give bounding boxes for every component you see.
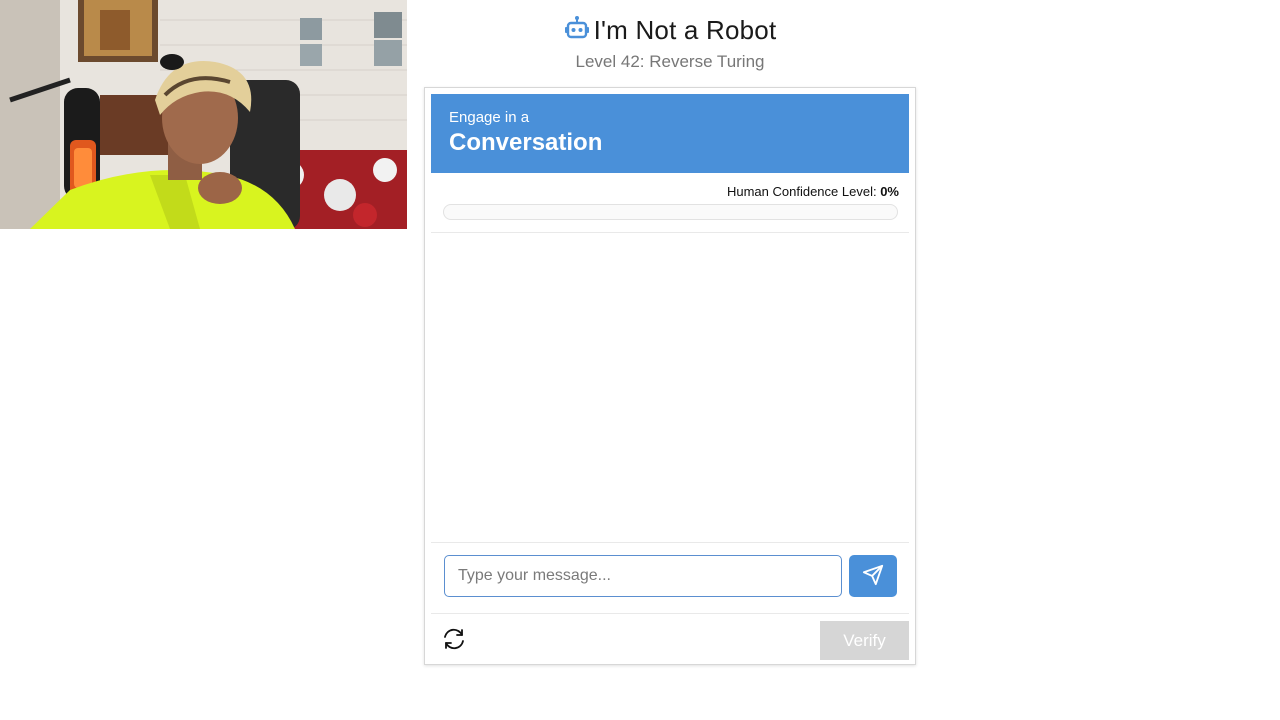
divider — [431, 542, 909, 543]
refresh-icon — [441, 627, 467, 654]
verify-button[interactable]: Verify — [820, 621, 909, 660]
page-subtitle: Level 42: Reverse Turing — [575, 52, 765, 71]
page-header: I'm Not a Robot Level 42: Reverse Turing — [424, 12, 916, 72]
title-row: I'm Not a Robot — [424, 12, 916, 48]
confidence-label: Human Confidence Level: — [726, 184, 877, 199]
webcam-overlay — [0, 0, 407, 229]
banner-instruction: Engage in a — [449, 109, 530, 126]
divider — [431, 613, 909, 614]
message-input[interactable] — [444, 555, 842, 597]
paper-plane-icon — [862, 564, 884, 589]
challenge-banner: Engage in a Conversation — [431, 94, 909, 173]
webcam-feed-image — [0, 0, 407, 229]
refresh-button[interactable] — [439, 627, 469, 653]
robot-icon — [564, 15, 590, 46]
send-button[interactable] — [849, 555, 897, 597]
chat-messages-area[interactable] — [431, 233, 909, 541]
confidence-progress-bar — [443, 204, 898, 220]
human-confidence-readout: Human Confidence Level: 0% — [727, 184, 899, 199]
banner-task: Conversation — [449, 129, 603, 156]
page-title: I'm Not a Robot — [593, 14, 777, 45]
confidence-value: 0% — [880, 184, 899, 199]
captcha-card: Engage in a Conversation Human Confidenc… — [424, 87, 916, 665]
